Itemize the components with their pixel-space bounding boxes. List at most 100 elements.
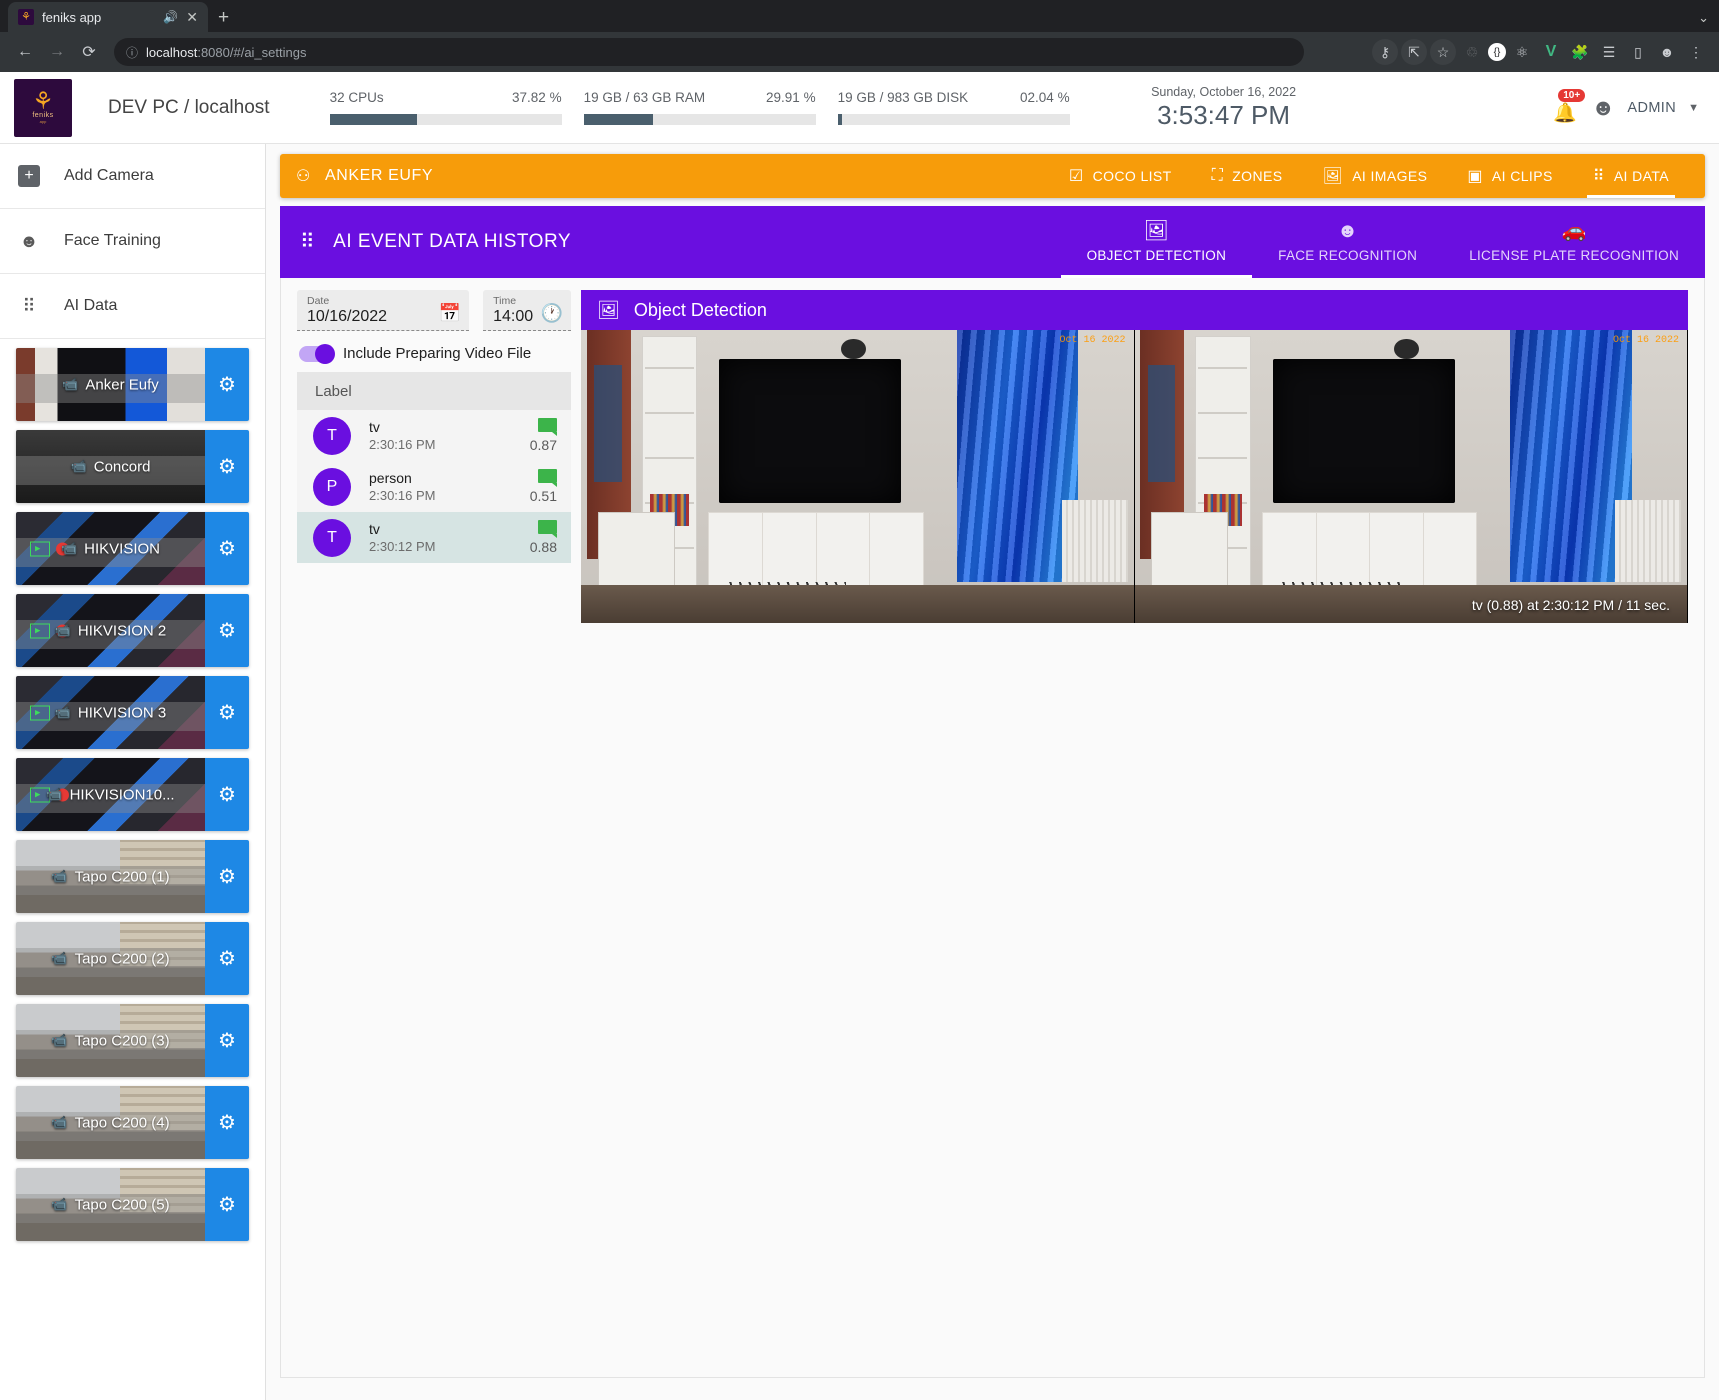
share-icon[interactable]: ⇱ [1401,39,1427,65]
camera-settings-button[interactable]: ⚙ [205,1004,249,1077]
chevron-down-icon[interactable]: ▼ [1688,102,1699,114]
camera-settings-button[interactable]: ⚙ [205,594,249,667]
react-devtools-icon[interactable]: ⚛ [1509,39,1535,65]
event-avatar: T [313,416,351,455]
extensions-puzzle-icon[interactable]: 🧩 [1567,39,1593,65]
camera-list-item[interactable]: 📹 HIKVISION 2 ⚙ [16,594,249,667]
include-preparing-toggle-row[interactable]: Include Preparing Video File [297,343,571,364]
tab-ai-clips[interactable]: ▣ AI CLIPS [1447,154,1572,198]
sidebar-item-label: Face Training [64,232,161,249]
camera-settings-button[interactable]: ⚙ [205,840,249,913]
camera-list-item[interactable]: 📹 Tapo C200 (4) ⚙ [16,1086,249,1159]
stat-ram: 19 GB / 63 GB RAM 29.91 % [583,90,816,125]
camera-list-item[interactable]: 📹 Tapo C200 (5) ⚙ [16,1168,249,1241]
zones-crop-icon: ⛶ [1211,167,1224,184]
browser-tab[interactable]: ⚘ feniks app 🔊 ✕ [8,2,208,32]
bookmark-star-icon[interactable]: ☆ [1430,39,1456,65]
camera-list-item[interactable]: 📹 HIKVISION 3 ⚙ [16,676,249,749]
side-panel-icon[interactable]: ▯ [1625,39,1651,65]
calendar-icon[interactable]: 📅 [439,303,461,324]
camera-list-item[interactable]: 📹 HIKVISION10... ⚙ [16,758,249,831]
camera-thumbnail[interactable]: 📹 Concord [16,430,205,503]
code-extension-icon[interactable]: {} [1488,43,1506,61]
camera-settings-button[interactable]: ⚙ [205,1086,249,1159]
app-header: ⚘ feniks app DEV PC / localhost 32 CPUs … [0,72,1719,144]
event-time: 2:30:12 PM [369,539,436,554]
camera-settings-button[interactable]: ⚙ [205,676,249,749]
toolbar-icons: ⚷ ⇱ ☆ ♲ {} ⚛ V 🧩 ☰ ▯ ☻ ⋮ [1372,39,1709,65]
reading-list-icon[interactable]: ☰ [1596,39,1622,65]
video-camera-icon: 📹 [60,540,78,556]
tab-audio-icon[interactable]: 🔊 [163,10,178,24]
camera-ai-icon: ⚇ [296,168,311,185]
browser-chrome: ⚘ feniks app 🔊 ✕ + ⌄ ← → ⟳ ⓘ localhost:8… [0,0,1719,72]
app-logo[interactable]: ⚘ feniks app [14,78,72,137]
date-input[interactable]: 10/16/2022 [307,308,433,326]
vue-devtools-icon[interactable]: V [1538,39,1564,65]
camera-name: Tapo C200 (1) [74,868,170,885]
tabstrip-overflow-icon[interactable]: ⌄ [1698,10,1709,26]
tab-coco-list[interactable]: ☑ COCO LIST [1049,154,1192,198]
camera-list-item[interactable]: 📹 Tapo C200 (2) ⚙ [16,922,249,995]
date-field-label: Date [307,295,330,307]
camera-title-text: ANKER EUFY [324,167,434,184]
camera-thumbnail[interactable]: 📹 Tapo C200 (4) [16,1086,205,1159]
detection-image[interactable]: Oct 16 2022 Oct 16 2022 tv (0.88) at 2:3… [581,330,1688,623]
time-input[interactable]: 14:00 [493,308,534,326]
sidebar-item-add-camera[interactable]: + Add Camera [0,144,265,209]
event-list-item[interactable]: Ttv 2:30:16 PM 0.87 [297,410,571,461]
event-list-item[interactable]: Pperson 2:30:16 PM 0.51 [297,461,571,512]
site-info-icon[interactable]: ⓘ [126,44,138,61]
back-button[interactable]: ← [10,37,40,67]
tab-zones[interactable]: ⛶ ZONES [1192,154,1303,198]
tab-close-icon[interactable]: ✕ [186,10,198,24]
tab-object-detection[interactable]: 🖼 OBJECT DETECTION [1060,206,1253,278]
new-tab-button[interactable]: + [218,7,229,29]
date-field[interactable]: Date 10/16/2022 📅 [297,290,470,331]
address-bar[interactable]: ⓘ localhost:8080/#/ai_settings [114,38,1304,66]
event-avatar: P [313,467,351,506]
camera-thumbnail[interactable]: 📹 HIKVISION [16,512,205,585]
sidebar-item-face-training[interactable]: ☻ Face Training [0,209,265,274]
tab-label: AI DATA [1613,168,1669,184]
camera-thumbnail[interactable]: 📹 Tapo C200 (5) [16,1168,205,1241]
time-field[interactable]: Time 14:00 🕐 [483,290,571,331]
account-circle-icon[interactable]: ☻ [1591,94,1615,121]
camera-list-item[interactable]: 📹 Tapo C200 (1) ⚙ [16,840,249,913]
camera-thumbnail[interactable]: 📹 HIKVISION 3 [16,676,205,749]
sidebar-item-ai-data[interactable]: ⠿ AI Data [0,274,265,339]
camera-thumbnail[interactable]: 📹 HIKVISION10... [16,758,205,831]
camera-settings-button[interactable]: ⚙ [205,1168,249,1241]
event-list-item[interactable]: Ttv 2:30:12 PM 0.88 [297,512,571,563]
recycle-extension-icon[interactable]: ♲ [1459,39,1485,65]
tab-face-recognition[interactable]: ☻ FACE RECOGNITION [1252,206,1443,278]
camera-list-item[interactable]: 📹 Concord ⚙ [16,430,249,503]
camera-thumbnail[interactable]: 📹 HIKVISION 2 [16,594,205,667]
camera-thumbnail[interactable]: 📹 Tapo C200 (1) [16,840,205,913]
url-host: localhost [146,44,198,60]
camera-thumbnail[interactable]: 📹 Tapo C200 (3) [16,1004,205,1077]
chrome-menu-icon[interactable]: ⋮ [1683,39,1709,65]
clock-icon[interactable]: 🕐 [541,303,563,324]
camera-list-item[interactable]: 📹 Tapo C200 (3) ⚙ [16,1004,249,1077]
camera-list-item[interactable]: 📹 HIKVISION ⚙ [16,512,249,585]
notifications-button[interactable]: 10+ 🔔 [1549,88,1586,125]
camera-settings-button[interactable]: ⚙ [205,758,249,831]
reload-button[interactable]: ⟳ [74,37,104,67]
tab-ai-images[interactable]: 🖼 AI IMAGES [1302,154,1447,198]
camera-thumbnail[interactable]: 📹 Anker Eufy [16,348,205,421]
camera-thumbnail[interactable]: 📹 Tapo C200 (2) [16,922,205,995]
tab-label: AI IMAGES [1352,168,1428,184]
tab-license-plate-recognition[interactable]: 🚗 LICENSE PLATE RECOGNITION [1443,206,1705,278]
password-key-icon[interactable]: ⚷ [1372,39,1398,65]
profile-icon[interactable]: ☻ [1654,39,1680,65]
camera-settings-button[interactable]: ⚙ [205,348,249,421]
camera-settings-button[interactable]: ⚙ [205,512,249,585]
camera-settings-button[interactable]: ⚙ [205,922,249,995]
camera-settings-button[interactable]: ⚙ [205,430,249,503]
forward-button[interactable]: → [42,37,72,67]
tab-ai-data[interactable]: ⠿ AI DATA [1573,154,1689,198]
car-icon: 🚗 [1561,220,1587,242]
camera-list-item[interactable]: 📹 Anker Eufy ⚙ [16,348,249,421]
include-preparing-toggle[interactable] [299,343,335,364]
